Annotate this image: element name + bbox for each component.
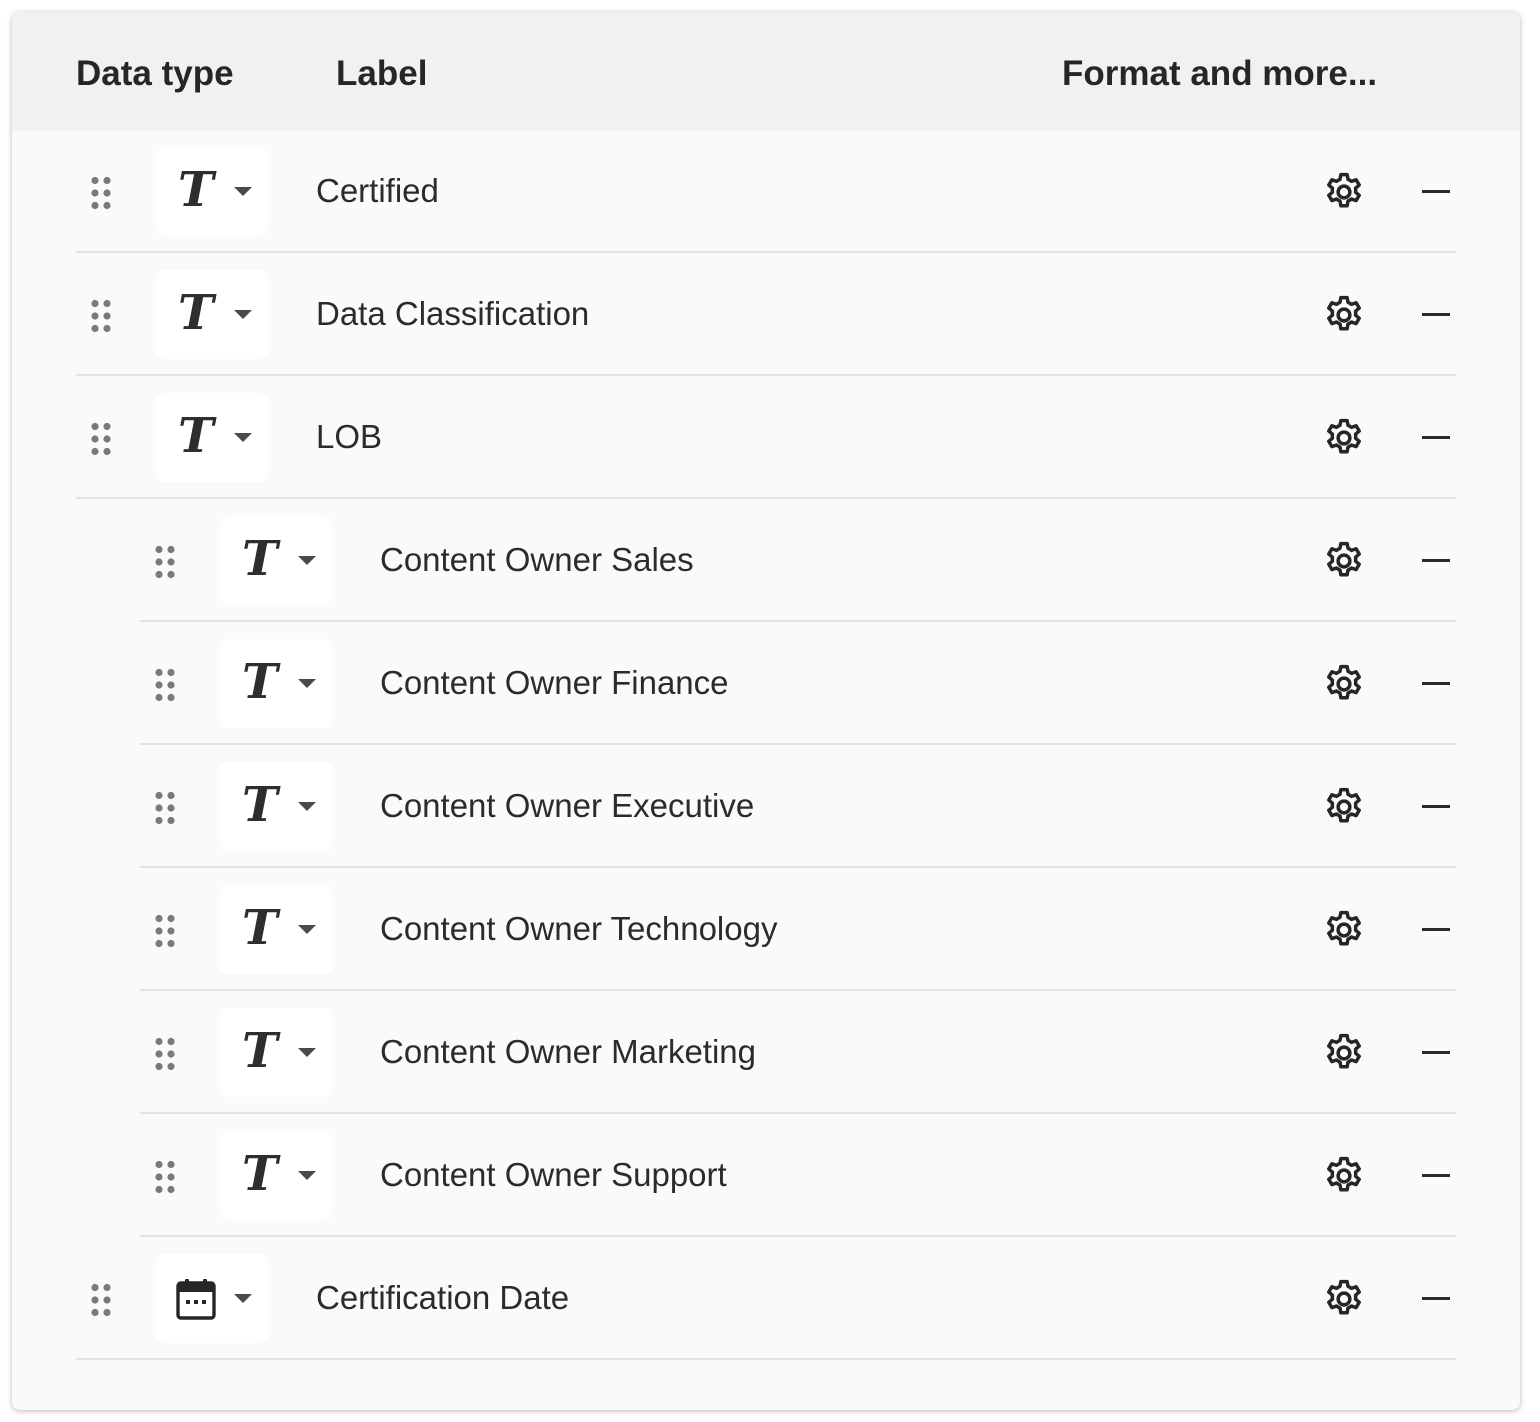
- field-label: LOB: [316, 418, 383, 455]
- column-header-format: Format and more...: [1062, 54, 1378, 93]
- text-type-icon: T: [242, 1146, 278, 1202]
- gear-icon[interactable]: [1322, 1031, 1366, 1075]
- data-type-dropdown[interactable]: T: [220, 516, 332, 605]
- field-label: Content Owner Sales: [380, 541, 694, 578]
- chevron-down-icon: [234, 187, 252, 196]
- gear-icon[interactable]: [1322, 539, 1366, 583]
- field-label: Content Owner Technology: [380, 910, 778, 947]
- text-type-icon: T: [178, 285, 214, 341]
- data-type-dropdown[interactable]: T: [220, 1008, 332, 1097]
- column-header-label: Label: [336, 54, 428, 93]
- data-type-dropdown[interactable]: T: [156, 147, 268, 236]
- calendar-icon: [176, 1278, 216, 1320]
- chevron-down-icon: [234, 1294, 252, 1303]
- chevron-down-icon: [298, 679, 316, 688]
- remove-field-button[interactable]: [1420, 792, 1454, 822]
- data-type-dropdown[interactable]: T: [156, 393, 268, 482]
- remove-field-button[interactable]: [1420, 669, 1454, 699]
- gear-icon[interactable]: [1322, 785, 1366, 829]
- drag-handle-icon[interactable]: [154, 791, 176, 825]
- remove-field-button[interactable]: [1420, 1284, 1454, 1314]
- gear-icon[interactable]: [1322, 662, 1366, 706]
- chevron-down-icon: [298, 802, 316, 811]
- data-type-dropdown[interactable]: T: [220, 762, 332, 851]
- remove-field-button[interactable]: [1420, 177, 1454, 207]
- field-row: T Certified: [76, 131, 1456, 253]
- data-type-dropdown[interactable]: T: [220, 1131, 332, 1220]
- drag-handle-icon[interactable]: [90, 1283, 112, 1317]
- drag-handle-icon[interactable]: [90, 176, 112, 210]
- field-label: Data Classification: [316, 295, 590, 332]
- text-type-icon: T: [242, 654, 278, 710]
- text-type-icon: T: [242, 1023, 278, 1079]
- data-type-dropdown[interactable]: [156, 1254, 268, 1343]
- chevron-down-icon: [234, 433, 252, 442]
- chevron-down-icon: [298, 1171, 316, 1180]
- gear-icon[interactable]: [1322, 416, 1366, 460]
- chevron-down-icon: [298, 925, 316, 934]
- field-list-panel: Data type Label Format and more... T Cer…: [12, 12, 1520, 1410]
- drag-handle-icon[interactable]: [154, 1037, 176, 1071]
- field-label: Certification Date: [316, 1279, 570, 1316]
- chevron-down-icon: [298, 1048, 316, 1057]
- field-row: T LOB: [76, 377, 1456, 499]
- text-type-icon: T: [242, 531, 278, 587]
- chevron-down-icon: [298, 556, 316, 565]
- text-type-icon: T: [242, 777, 278, 833]
- drag-handle-icon[interactable]: [90, 299, 112, 333]
- chevron-down-icon: [234, 310, 252, 319]
- remove-field-button[interactable]: [1420, 1038, 1454, 1068]
- remove-field-button[interactable]: [1420, 1161, 1454, 1191]
- field-row: T Content Owner Technology: [140, 869, 1456, 991]
- remove-field-button[interactable]: [1420, 423, 1454, 453]
- drag-handle-icon[interactable]: [154, 914, 176, 948]
- field-row: T Content Owner Executive: [140, 746, 1456, 868]
- field-row: T Data Classification: [76, 254, 1456, 376]
- field-row: T Content Owner Finance: [140, 623, 1456, 745]
- gear-icon[interactable]: [1322, 1154, 1366, 1198]
- drag-handle-icon[interactable]: [154, 1160, 176, 1194]
- field-label: Content Owner Marketing: [380, 1033, 757, 1070]
- gear-icon[interactable]: [1322, 908, 1366, 952]
- remove-field-button[interactable]: [1420, 915, 1454, 945]
- drag-handle-icon[interactable]: [154, 668, 176, 702]
- remove-field-button[interactable]: [1420, 300, 1454, 330]
- field-row: T Content Owner Sales: [140, 500, 1456, 622]
- drag-handle-icon[interactable]: [154, 545, 176, 579]
- field-row: Certification Date: [76, 1238, 1456, 1360]
- text-type-icon: T: [242, 900, 278, 956]
- column-header-data-type: Data type: [76, 54, 234, 93]
- field-label: Content Owner Support: [380, 1156, 727, 1193]
- field-row: T Content Owner Marketing: [140, 992, 1456, 1114]
- field-label: Certified: [316, 172, 439, 209]
- text-type-icon: T: [178, 408, 214, 464]
- gear-icon[interactable]: [1322, 170, 1366, 214]
- text-type-icon: T: [178, 162, 214, 218]
- drag-handle-icon[interactable]: [90, 422, 112, 456]
- field-label: Content Owner Executive: [380, 787, 755, 824]
- gear-icon[interactable]: [1322, 1277, 1366, 1321]
- data-type-dropdown[interactable]: T: [156, 270, 268, 359]
- field-label: Content Owner Finance: [380, 664, 729, 701]
- field-row: T Content Owner Support: [140, 1115, 1456, 1237]
- data-type-dropdown[interactable]: T: [220, 639, 332, 728]
- gear-icon[interactable]: [1322, 293, 1366, 337]
- remove-field-button[interactable]: [1420, 546, 1454, 576]
- table-header: Data type Label Format and more...: [12, 12, 1520, 131]
- data-type-dropdown[interactable]: T: [220, 885, 332, 974]
